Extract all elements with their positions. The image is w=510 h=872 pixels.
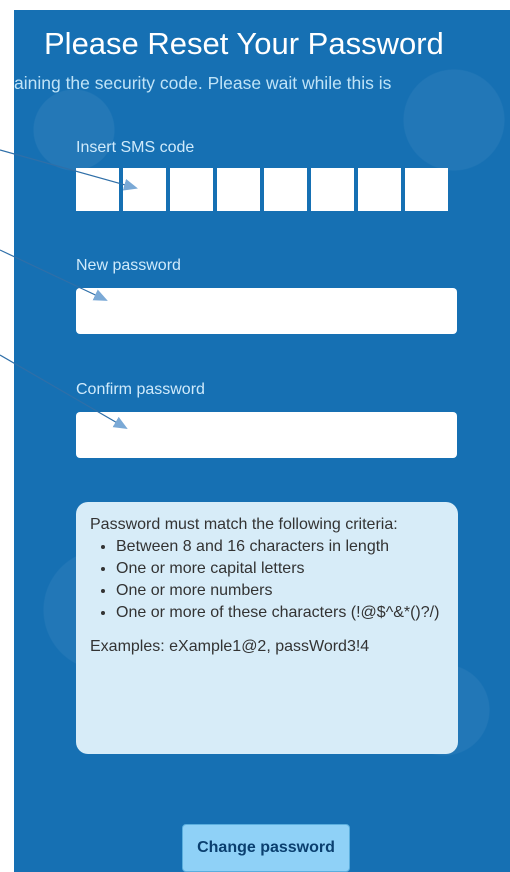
criteria-item: One or more numbers	[116, 580, 444, 602]
sms-digit-5[interactable]	[264, 168, 307, 211]
page-title: Please Reset Your Password	[44, 26, 444, 61]
status-message: aining the security code. Please wait wh…	[14, 73, 392, 93]
sms-digit-2[interactable]	[123, 168, 166, 211]
sms-code-label: Insert SMS code	[76, 139, 195, 156]
new-password-field[interactable]	[76, 288, 457, 334]
sms-digit-1[interactable]	[76, 168, 119, 211]
reset-password-panel: Please Reset Your Password aining the se…	[14, 10, 510, 872]
sms-digit-3[interactable]	[170, 168, 213, 211]
criteria-examples: Examples: eXample1@2, passWord3!4	[90, 638, 370, 655]
sms-digit-8[interactable]	[405, 168, 448, 211]
sms-digit-6[interactable]	[311, 168, 354, 211]
change-password-button[interactable]: Change password	[182, 824, 350, 872]
criteria-intro: Password must match the following criter…	[90, 516, 398, 533]
criteria-item: One or more capital letters	[116, 558, 444, 580]
sms-code-inputs	[76, 168, 448, 211]
confirm-password-field[interactable]	[76, 412, 457, 458]
sms-digit-4[interactable]	[217, 168, 260, 211]
sms-digit-7[interactable]	[358, 168, 401, 211]
criteria-item: One or more of these characters (!@$^&*(…	[116, 602, 444, 624]
new-password-label: New password	[76, 257, 181, 274]
criteria-item: Between 8 and 16 characters in length	[116, 536, 444, 558]
password-criteria-box: Password must match the following criter…	[76, 502, 458, 754]
confirm-password-label: Confirm password	[76, 381, 205, 398]
criteria-list: Between 8 and 16 characters in length On…	[90, 536, 444, 624]
